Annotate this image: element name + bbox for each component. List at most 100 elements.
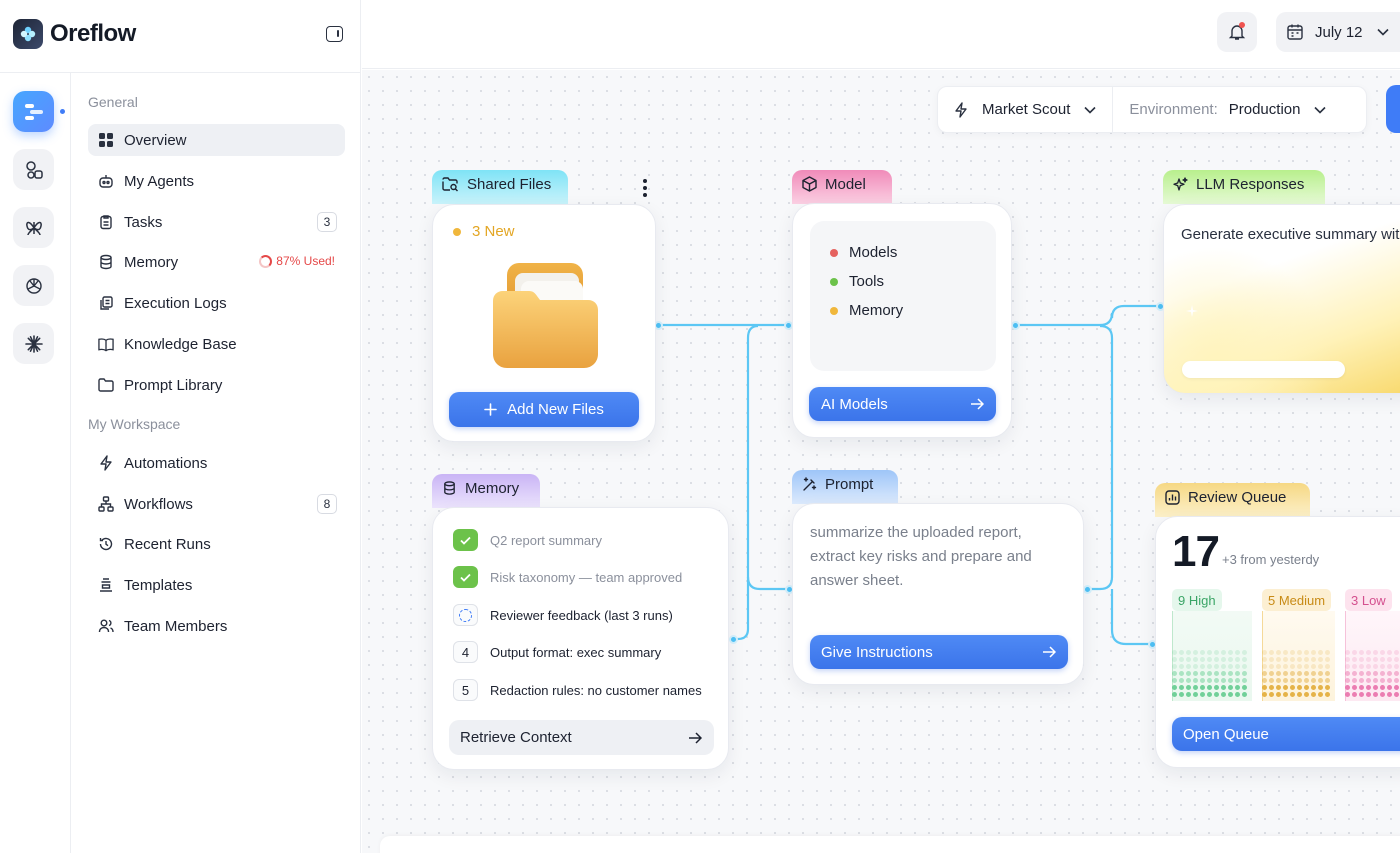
connector-node[interactable]: [1011, 321, 1020, 330]
connector-node[interactable]: [729, 635, 738, 644]
queue-dot: [1262, 678, 1267, 683]
ai-models-button[interactable]: AI Models: [809, 387, 996, 421]
queue-dot: [1297, 650, 1302, 655]
memory-row[interactable]: 5 Redaction rules: no customer names: [453, 679, 702, 701]
queue-dot: [1318, 678, 1323, 683]
memory-row[interactable]: 4 Output format: exec summary: [453, 641, 661, 663]
retrieve-context-button[interactable]: Retrieve Context: [449, 720, 714, 755]
queue-dot: [1228, 685, 1233, 690]
queue-dot: [1186, 664, 1191, 669]
model-option[interactable]: Models: [830, 244, 897, 261]
queue-dot: [1359, 692, 1364, 697]
queue-dot: [1179, 650, 1184, 655]
memory-row[interactable]: Reviewer feedback (last 3 runs): [453, 604, 673, 626]
queue-dot: [1207, 678, 1212, 683]
queue-dot: [1221, 650, 1226, 655]
queue-dot: [1283, 657, 1288, 662]
queue-dot: [1269, 650, 1274, 655]
queue-dot: [1179, 678, 1184, 683]
memory-row[interactable]: Q2 report summary: [453, 529, 602, 551]
queue-dot: [1276, 650, 1281, 655]
queue-dot: [1214, 685, 1219, 690]
agent-dropdown[interactable]: Market Scout: [938, 87, 1112, 132]
queue-dot: [1394, 650, 1399, 655]
queue-dot: [1200, 678, 1205, 683]
queue-dot: [1276, 657, 1281, 662]
queue-dot: [1228, 678, 1233, 683]
sparkles-icon: [1173, 176, 1188, 192]
review-queue-card: 17 +3 from yesterdy 9 High 5 Medium 3 Lo…: [1155, 516, 1400, 768]
queue-dot: [1283, 664, 1288, 669]
queue-dot: [1304, 678, 1309, 683]
memory-row[interactable]: Risk taxonomy — team approved: [453, 566, 682, 588]
queue-dot: [1297, 692, 1302, 697]
shared-files-card: 3 New Add New Files: [432, 204, 656, 442]
queue-dot: [1290, 678, 1295, 683]
plus-icon: [484, 403, 497, 416]
connector-node[interactable]: [1083, 585, 1092, 594]
model-option[interactable]: Memory: [830, 302, 903, 319]
severity-low-badge[interactable]: 3 Low: [1345, 589, 1392, 611]
shared-files-tab[interactable]: Shared Files: [432, 170, 568, 204]
review-queue-tab[interactable]: Review Queue: [1155, 483, 1310, 517]
prompt-text[interactable]: summarize the uploaded report, extract k…: [810, 521, 1060, 593]
chevron-down-icon: [1084, 106, 1096, 114]
check-icon: [453, 529, 478, 551]
queue-dot: [1172, 678, 1177, 683]
queue-dot: [1380, 692, 1385, 697]
run-button[interactable]: [1386, 85, 1400, 133]
queue-dot: [1373, 657, 1378, 662]
queue-dot: [1311, 664, 1316, 669]
queue-dot: [1235, 664, 1240, 669]
medium-dot-grid: [1262, 650, 1330, 697]
queue-dot: [1186, 671, 1191, 676]
severity-medium-badge[interactable]: 5 Medium: [1262, 589, 1332, 611]
magic-wand-icon: [802, 476, 817, 492]
queue-dot: [1373, 692, 1378, 697]
queue-dot: [1276, 671, 1281, 676]
queue-dot: [1352, 657, 1357, 662]
queue-dot: [1304, 685, 1309, 690]
queue-dot: [1200, 671, 1205, 676]
queue-dot: [1345, 664, 1350, 669]
queue-dot: [1172, 692, 1177, 697]
queue-dot: [1276, 678, 1281, 683]
bottom-panel: [380, 836, 1400, 853]
queue-dot: [1325, 664, 1330, 669]
queue-dot: [1186, 657, 1191, 662]
response-input[interactable]: [1182, 361, 1345, 378]
queue-dot: [1318, 671, 1323, 676]
queue-dot: [1269, 685, 1274, 690]
model-option[interactable]: Tools: [830, 273, 884, 290]
queue-dot: [1380, 671, 1385, 676]
queue-dot: [1297, 671, 1302, 676]
queue-dot: [1387, 664, 1392, 669]
queue-dot: [1193, 678, 1198, 683]
llm-responses-tab[interactable]: LLM Responses: [1163, 170, 1325, 204]
queue-dot: [1352, 678, 1357, 683]
queue-dot: [1304, 664, 1309, 669]
model-option-label: Memory: [849, 302, 904, 319]
queue-dot: [1193, 657, 1198, 662]
queue-dot: [1325, 692, 1330, 697]
queue-dot: [1359, 671, 1364, 676]
open-queue-label: Open Queue: [1183, 725, 1269, 743]
queue-dot: [1394, 678, 1399, 683]
queue-dot: [1207, 692, 1212, 697]
more-options-icon[interactable]: [637, 177, 653, 199]
queue-dot: [1366, 678, 1371, 683]
queue-dot: [1283, 650, 1288, 655]
queue-dot: [1172, 685, 1177, 690]
prompt-tab[interactable]: Prompt: [792, 470, 898, 504]
queue-dot: [1179, 671, 1184, 676]
severity-high-badge[interactable]: 9 High: [1172, 589, 1222, 611]
queue-dot: [1387, 685, 1392, 690]
add-new-files-button[interactable]: Add New Files: [449, 392, 639, 427]
give-instructions-button[interactable]: Give Instructions: [810, 635, 1068, 669]
model-tab[interactable]: Model: [792, 170, 892, 204]
open-queue-button[interactable]: Open Queue: [1172, 717, 1400, 751]
memory-tab[interactable]: Memory: [432, 474, 540, 508]
environment-dropdown[interactable]: Environment: Production: [1113, 87, 1342, 132]
queue-dot: [1290, 657, 1295, 662]
queue-dot: [1380, 650, 1385, 655]
